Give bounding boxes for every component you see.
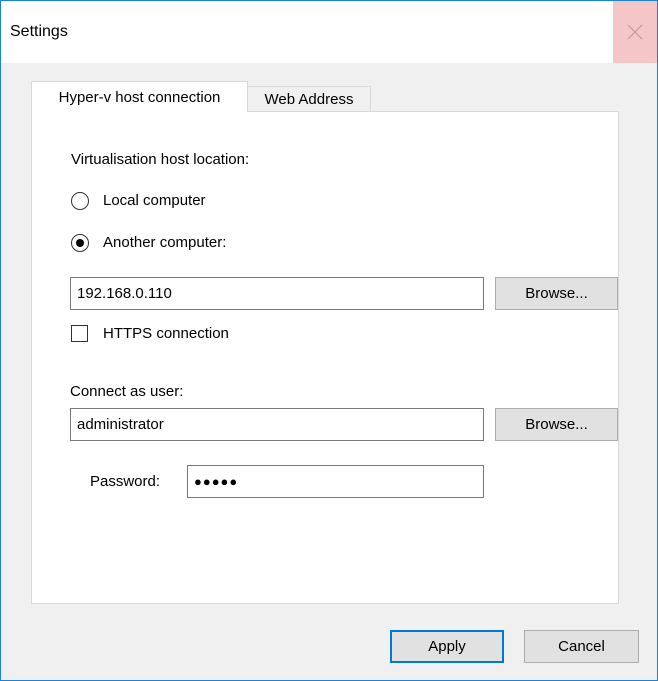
user-input[interactable]: administrator <box>70 408 484 441</box>
close-button[interactable] <box>613 1 657 63</box>
apply-button[interactable]: Apply <box>390 630 504 663</box>
tab-label: Web Address <box>264 90 354 108</box>
tab-panel: Virtualisation host location: Local comp… <box>31 111 619 604</box>
local-computer-radio[interactable] <box>71 192 89 210</box>
another-computer-label[interactable]: Another computer: <box>103 234 226 251</box>
local-computer-label[interactable]: Local computer <box>103 192 206 209</box>
host-location-label: Virtualisation host location: <box>71 151 250 168</box>
https-checkbox[interactable] <box>71 325 88 342</box>
settings-dialog: Settings Hyper-v host connection Web Add… <box>0 0 658 681</box>
close-icon <box>627 24 643 40</box>
password-input[interactable]: ●●●●● <box>187 465 484 498</box>
tab-label: Hyper-v host connection <box>58 88 221 106</box>
password-label: Password: <box>90 473 161 490</box>
window-title: Settings <box>10 23 68 40</box>
connect-as-user-label: Connect as user: <box>70 383 184 400</box>
cancel-button[interactable]: Cancel <box>524 630 639 663</box>
https-label[interactable]: HTTPS connection <box>103 325 229 342</box>
host-address-input[interactable]: 192.168.0.110 <box>70 277 484 310</box>
browse-host-button[interactable]: Browse... <box>495 277 618 310</box>
browse-user-button[interactable]: Browse... <box>495 408 618 441</box>
another-computer-radio[interactable] <box>71 234 89 252</box>
tab-web-address[interactable]: Web Address <box>247 86 371 111</box>
tab-hyperv-host-connection[interactable]: Hyper-v host connection <box>31 81 248 112</box>
title-bar: Settings <box>1 1 657 63</box>
